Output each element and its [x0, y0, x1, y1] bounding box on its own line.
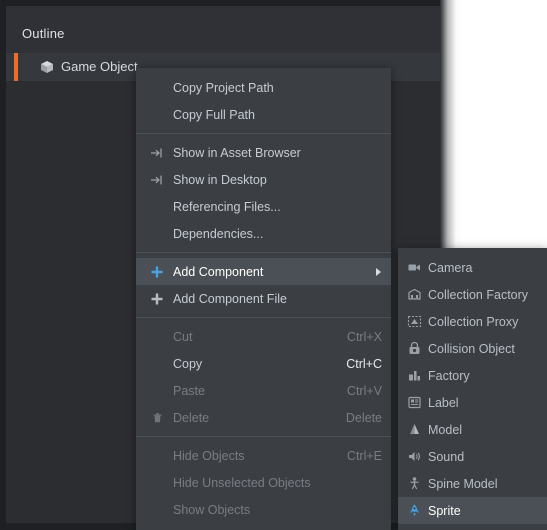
editor-window: Outline Game Object Copy Project Path Co…: [0, 0, 547, 530]
menu-item-label: Hide Unselected Objects: [173, 475, 311, 490]
menu-item-shortcut: Ctrl+X: [346, 329, 382, 344]
submenu-item-label: Sprite: [428, 503, 461, 518]
menu-item-label: Copy Full Path: [173, 107, 255, 122]
submenu-item-spine-model[interactable]: Spine Model: [398, 470, 547, 497]
submenu-item-label: Collection Factory: [428, 287, 529, 302]
collection-factory-icon: [406, 287, 422, 303]
submenu-item-label[interactable]: Label: [398, 389, 547, 416]
menu-item-dependencies[interactable]: Dependencies...: [136, 220, 391, 247]
menu-item-label: Copy Project Path: [173, 80, 274, 95]
submenu-item-factory[interactable]: Factory: [398, 362, 547, 389]
menu-item-shortcut: Delete: [345, 410, 382, 425]
submenu-item-collision-object[interactable]: Collision Object: [398, 335, 547, 362]
sprite-rocket-icon: [406, 503, 422, 519]
model-icon: [406, 422, 422, 438]
menu-item-add-component[interactable]: Add Component: [136, 258, 391, 285]
tree-item-label: Game Object: [61, 59, 138, 74]
menu-item-label: Copy: [173, 356, 203, 371]
trash-icon: [149, 410, 165, 426]
jump-to-icon: [149, 172, 165, 188]
menu-item-label: Cut: [173, 329, 193, 344]
plus-icon: [149, 264, 165, 280]
add-component-submenu: Camera Collection Factory Collection Pro…: [398, 248, 547, 530]
spine-model-icon: [406, 476, 422, 492]
menu-item-delete: Delete Delete: [136, 404, 391, 431]
menu-item-shortcut: Ctrl+V: [346, 383, 382, 398]
menu-item-hide-objects: Hide Objects Ctrl+E: [136, 442, 391, 469]
menu-item-label: Add Component: [173, 264, 264, 279]
menu-item-paste: Paste Ctrl+V: [136, 377, 391, 404]
submenu-item-label: Camera: [428, 260, 473, 275]
submenu-item-sound[interactable]: Sound: [398, 443, 547, 470]
label-icon: [406, 395, 422, 411]
sound-icon: [406, 449, 422, 465]
menu-item-label: Dependencies...: [173, 226, 264, 241]
chevron-right-icon: [376, 267, 381, 276]
factory-icon: [406, 368, 422, 384]
submenu-item-label: Sound: [428, 449, 465, 464]
submenu-item-label: Factory: [428, 368, 470, 383]
submenu-item-camera[interactable]: Camera: [398, 254, 547, 281]
menu-item-add-component-file[interactable]: Add Component File: [136, 285, 391, 312]
submenu-item-collection-proxy[interactable]: Collection Proxy: [398, 308, 547, 335]
plus-icon: [149, 291, 165, 307]
menu-item-shortcut: Ctrl+C: [346, 356, 382, 371]
menu-item-label: Referencing Files...: [173, 199, 281, 214]
collision-object-icon: [406, 341, 422, 357]
outline-panel-header: Outline: [6, 6, 440, 53]
submenu-item-label: Label: [428, 395, 459, 410]
camera-icon: [406, 260, 422, 276]
game-object-cube-icon: [39, 59, 55, 75]
submenu-item-sprite[interactable]: Sprite: [398, 497, 547, 524]
collection-proxy-icon: [406, 314, 422, 330]
menu-item-show-in-asset-browser[interactable]: Show in Asset Browser: [136, 139, 391, 166]
menu-item-label: Delete: [173, 410, 210, 425]
menu-item-cut: Cut Ctrl+X: [136, 323, 391, 350]
submenu-item-label: Collection Proxy: [428, 314, 519, 329]
context-menu: Copy Project Path Copy Full Path Show in…: [136, 68, 391, 530]
menu-item-shortcut: Ctrl+E: [346, 448, 382, 463]
menu-item-label: Paste: [173, 383, 205, 398]
menu-separator: [136, 252, 391, 253]
menu-item-label: Show in Asset Browser: [173, 145, 301, 160]
menu-item-label: Add Component File: [173, 291, 287, 306]
menu-item-show-last-hidden-objects: Show Last Hidden Objects Ctrl+Shift+E: [136, 523, 391, 530]
submenu-item-model[interactable]: Model: [398, 416, 547, 443]
menu-item-label: Show in Desktop: [173, 172, 267, 187]
menu-item-hide-unselected-objects: Hide Unselected Objects: [136, 469, 391, 496]
menu-separator: [136, 436, 391, 437]
submenu-item-collection-factory[interactable]: Collection Factory: [398, 281, 547, 308]
menu-item-copy-project-path[interactable]: Copy Project Path: [136, 74, 391, 101]
menu-separator: [136, 317, 391, 318]
menu-item-copy-full-path[interactable]: Copy Full Path: [136, 101, 391, 128]
submenu-item-label: Collision Object: [428, 341, 515, 356]
menu-separator: [136, 133, 391, 134]
menu-item-referencing-files[interactable]: Referencing Files...: [136, 193, 391, 220]
submenu-item-label: Spine Model: [428, 476, 498, 491]
selection-accent-bar: [14, 53, 18, 81]
menu-item-label: Show Objects: [173, 502, 251, 517]
menu-item-copy[interactable]: Copy Ctrl+C: [136, 350, 391, 377]
menu-item-show-objects: Show Objects: [136, 496, 391, 523]
menu-item-show-in-desktop[interactable]: Show in Desktop: [136, 166, 391, 193]
menu-item-label: Hide Objects: [173, 448, 245, 463]
submenu-item-label: Model: [428, 422, 463, 437]
jump-to-icon: [149, 145, 165, 161]
page-title: Outline: [22, 26, 65, 41]
